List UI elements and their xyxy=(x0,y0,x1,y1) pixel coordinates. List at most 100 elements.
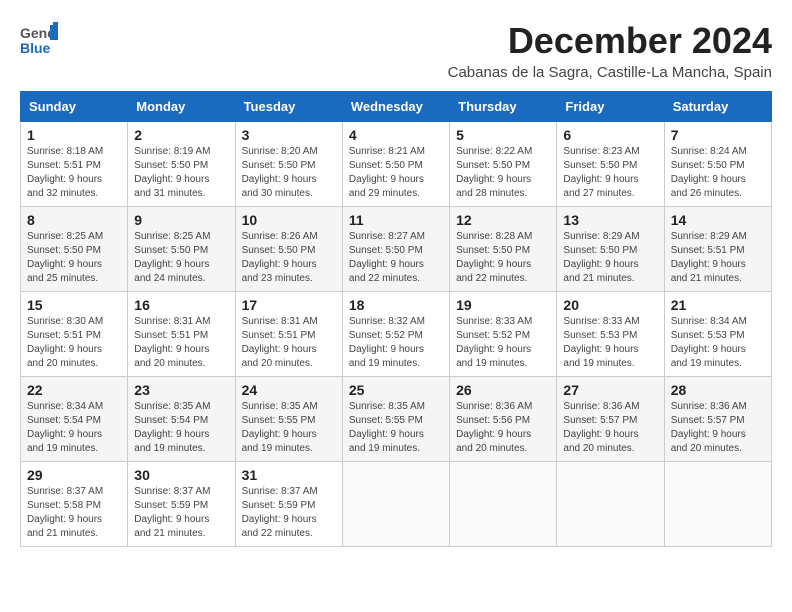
calendar-week-row: 29 Sunrise: 8:37 AM Sunset: 5:58 PM Dayli… xyxy=(21,462,772,547)
logo-container: General Blue xyxy=(20,20,58,63)
day-number: 31 xyxy=(242,467,336,483)
calendar-cell: 28Sunrise: 8:36 AM Sunset: 5:57 PM Dayli… xyxy=(664,377,771,462)
weekday-header-tuesday: Tuesday xyxy=(235,92,342,122)
day-info: Sunrise: 8:37 AM Sunset: 5:59 PM Dayligh… xyxy=(134,485,228,541)
weekday-header-wednesday: Wednesday xyxy=(342,92,449,122)
day-info: Sunrise: 8:25 AM Sunset: 5:50 PM Dayligh… xyxy=(134,230,228,286)
day-info: Sunrise: 8:25 AM Sunset: 5:50 PM Dayligh… xyxy=(27,230,121,286)
day-number: 23 xyxy=(134,382,228,398)
calendar-cell: 16 Sunrise: 8:31 AM Sunset: 5:51 PM Dayli… xyxy=(128,292,235,377)
day-info: Sunrise: 8:22 AM Sunset: 5:50 PM Dayligh… xyxy=(456,145,550,201)
day-number: 20 xyxy=(563,297,657,313)
calendar-cell: 21Sunrise: 8:34 AM Sunset: 5:53 PM Dayli… xyxy=(664,292,771,377)
day-number: 2 xyxy=(134,127,228,143)
page-header: General Blue December 2024 Cabanas de la… xyxy=(20,20,772,81)
day-info: Sunrise: 8:34 AM Sunset: 5:53 PM Dayligh… xyxy=(671,315,765,371)
day-info: Sunrise: 8:29 AM Sunset: 5:50 PM Dayligh… xyxy=(563,230,657,286)
day-number: 19 xyxy=(456,297,550,313)
calendar-cell: 6 Sunrise: 8:23 AM Sunset: 5:50 PM Daylig… xyxy=(557,122,664,207)
calendar-cell: 13 Sunrise: 8:29 AM Sunset: 5:50 PM Dayli… xyxy=(557,207,664,292)
calendar-cell: 3Sunrise: 8:20 AM Sunset: 5:50 PM Daylig… xyxy=(235,122,342,207)
calendar-cell: 22Sunrise: 8:34 AM Sunset: 5:54 PM Dayli… xyxy=(21,377,128,462)
calendar-cell: 7Sunrise: 8:24 AM Sunset: 5:50 PM Daylig… xyxy=(664,122,771,207)
weekday-header-monday: Monday xyxy=(128,92,235,122)
day-number: 13 xyxy=(563,212,657,228)
day-info: Sunrise: 8:21 AM Sunset: 5:50 PM Dayligh… xyxy=(349,145,443,201)
day-info: Sunrise: 8:33 AM Sunset: 5:52 PM Dayligh… xyxy=(456,315,550,371)
day-info: Sunrise: 8:35 AM Sunset: 5:55 PM Dayligh… xyxy=(349,400,443,456)
day-info: Sunrise: 8:29 AM Sunset: 5:51 PM Dayligh… xyxy=(671,230,765,286)
calendar-header-row: SundayMondayTuesdayWednesdayThursdayFrid… xyxy=(21,92,772,122)
calendar-cell: 8 Sunrise: 8:25 AM Sunset: 5:50 PM Daylig… xyxy=(21,207,128,292)
day-number: 16 xyxy=(134,297,228,313)
day-number: 8 xyxy=(27,212,121,228)
day-number: 10 xyxy=(242,212,336,228)
day-number: 12 xyxy=(456,212,550,228)
logo: General Blue xyxy=(20,20,58,63)
calendar-cell: 5 Sunrise: 8:22 AM Sunset: 5:50 PM Daylig… xyxy=(450,122,557,207)
day-info: Sunrise: 8:35 AM Sunset: 5:54 PM Dayligh… xyxy=(134,400,228,456)
weekday-header-saturday: Saturday xyxy=(664,92,771,122)
calendar-cell: 10Sunrise: 8:26 AM Sunset: 5:50 PM Dayli… xyxy=(235,207,342,292)
calendar-cell: 4 Sunrise: 8:21 AM Sunset: 5:50 PM Daylig… xyxy=(342,122,449,207)
calendar-cell: 9 Sunrise: 8:25 AM Sunset: 5:50 PM Daylig… xyxy=(128,207,235,292)
day-number: 22 xyxy=(27,382,121,398)
location-subtitle: Cabanas de la Sagra, Castille-La Mancha,… xyxy=(448,64,772,81)
day-number: 6 xyxy=(563,127,657,143)
calendar-cell: 11 Sunrise: 8:27 AM Sunset: 5:50 PM Dayli… xyxy=(342,207,449,292)
calendar-cell: 26 Sunrise: 8:36 AM Sunset: 5:56 PM Dayli… xyxy=(450,377,557,462)
svg-text:Blue: Blue xyxy=(20,40,51,56)
calendar-cell: 12 Sunrise: 8:28 AM Sunset: 5:50 PM Dayli… xyxy=(450,207,557,292)
calendar-week-row: 15Sunrise: 8:30 AM Sunset: 5:51 PM Dayli… xyxy=(21,292,772,377)
calendar-week-row: 1 Sunrise: 8:18 AM Sunset: 5:51 PM Daylig… xyxy=(21,122,772,207)
day-info: Sunrise: 8:31 AM Sunset: 5:51 PM Dayligh… xyxy=(134,315,228,371)
day-number: 4 xyxy=(349,127,443,143)
day-info: Sunrise: 8:30 AM Sunset: 5:51 PM Dayligh… xyxy=(27,315,121,371)
calendar-cell: 15Sunrise: 8:30 AM Sunset: 5:51 PM Dayli… xyxy=(21,292,128,377)
calendar-cell xyxy=(557,462,664,547)
day-number: 9 xyxy=(134,212,228,228)
day-info: Sunrise: 8:28 AM Sunset: 5:50 PM Dayligh… xyxy=(456,230,550,286)
weekday-header-sunday: Sunday xyxy=(21,92,128,122)
calendar-cell: 31 Sunrise: 8:37 AM Sunset: 5:59 PM Dayli… xyxy=(235,462,342,547)
day-number: 7 xyxy=(671,127,765,143)
logo-icon: General Blue xyxy=(20,20,58,58)
day-number: 1 xyxy=(27,127,121,143)
day-info: Sunrise: 8:23 AM Sunset: 5:50 PM Dayligh… xyxy=(563,145,657,201)
day-info: Sunrise: 8:36 AM Sunset: 5:57 PM Dayligh… xyxy=(563,400,657,456)
calendar-week-row: 8 Sunrise: 8:25 AM Sunset: 5:50 PM Daylig… xyxy=(21,207,772,292)
day-info: Sunrise: 8:18 AM Sunset: 5:51 PM Dayligh… xyxy=(27,145,121,201)
day-number: 5 xyxy=(456,127,550,143)
day-info: Sunrise: 8:37 AM Sunset: 5:58 PM Dayligh… xyxy=(27,485,121,541)
calendar-week-row: 22Sunrise: 8:34 AM Sunset: 5:54 PM Dayli… xyxy=(21,377,772,462)
day-number: 3 xyxy=(242,127,336,143)
calendar-cell xyxy=(450,462,557,547)
day-info: Sunrise: 8:27 AM Sunset: 5:50 PM Dayligh… xyxy=(349,230,443,286)
calendar-cell: 20 Sunrise: 8:33 AM Sunset: 5:53 PM Dayli… xyxy=(557,292,664,377)
day-number: 30 xyxy=(134,467,228,483)
day-number: 14 xyxy=(671,212,765,228)
day-number: 18 xyxy=(349,297,443,313)
calendar-cell: 29 Sunrise: 8:37 AM Sunset: 5:58 PM Dayli… xyxy=(21,462,128,547)
day-number: 29 xyxy=(27,467,121,483)
day-number: 26 xyxy=(456,382,550,398)
calendar-cell: 30 Sunrise: 8:37 AM Sunset: 5:59 PM Dayli… xyxy=(128,462,235,547)
calendar-cell: 18 Sunrise: 8:32 AM Sunset: 5:52 PM Dayli… xyxy=(342,292,449,377)
day-number: 24 xyxy=(242,382,336,398)
day-info: Sunrise: 8:32 AM Sunset: 5:52 PM Dayligh… xyxy=(349,315,443,371)
day-number: 17 xyxy=(242,297,336,313)
day-info: Sunrise: 8:19 AM Sunset: 5:50 PM Dayligh… xyxy=(134,145,228,201)
day-info: Sunrise: 8:37 AM Sunset: 5:59 PM Dayligh… xyxy=(242,485,336,541)
weekday-header-thursday: Thursday xyxy=(450,92,557,122)
weekday-header-friday: Friday xyxy=(557,92,664,122)
calendar-cell: 24Sunrise: 8:35 AM Sunset: 5:55 PM Dayli… xyxy=(235,377,342,462)
day-number: 11 xyxy=(349,212,443,228)
day-info: Sunrise: 8:36 AM Sunset: 5:56 PM Dayligh… xyxy=(456,400,550,456)
day-number: 27 xyxy=(563,382,657,398)
calendar-cell: 27 Sunrise: 8:36 AM Sunset: 5:57 PM Dayli… xyxy=(557,377,664,462)
calendar-cell: 1 Sunrise: 8:18 AM Sunset: 5:51 PM Daylig… xyxy=(21,122,128,207)
month-title: December 2024 xyxy=(448,20,772,62)
calendar-table: SundayMondayTuesdayWednesdayThursdayFrid… xyxy=(20,91,772,547)
day-info: Sunrise: 8:33 AM Sunset: 5:53 PM Dayligh… xyxy=(563,315,657,371)
day-number: 28 xyxy=(671,382,765,398)
